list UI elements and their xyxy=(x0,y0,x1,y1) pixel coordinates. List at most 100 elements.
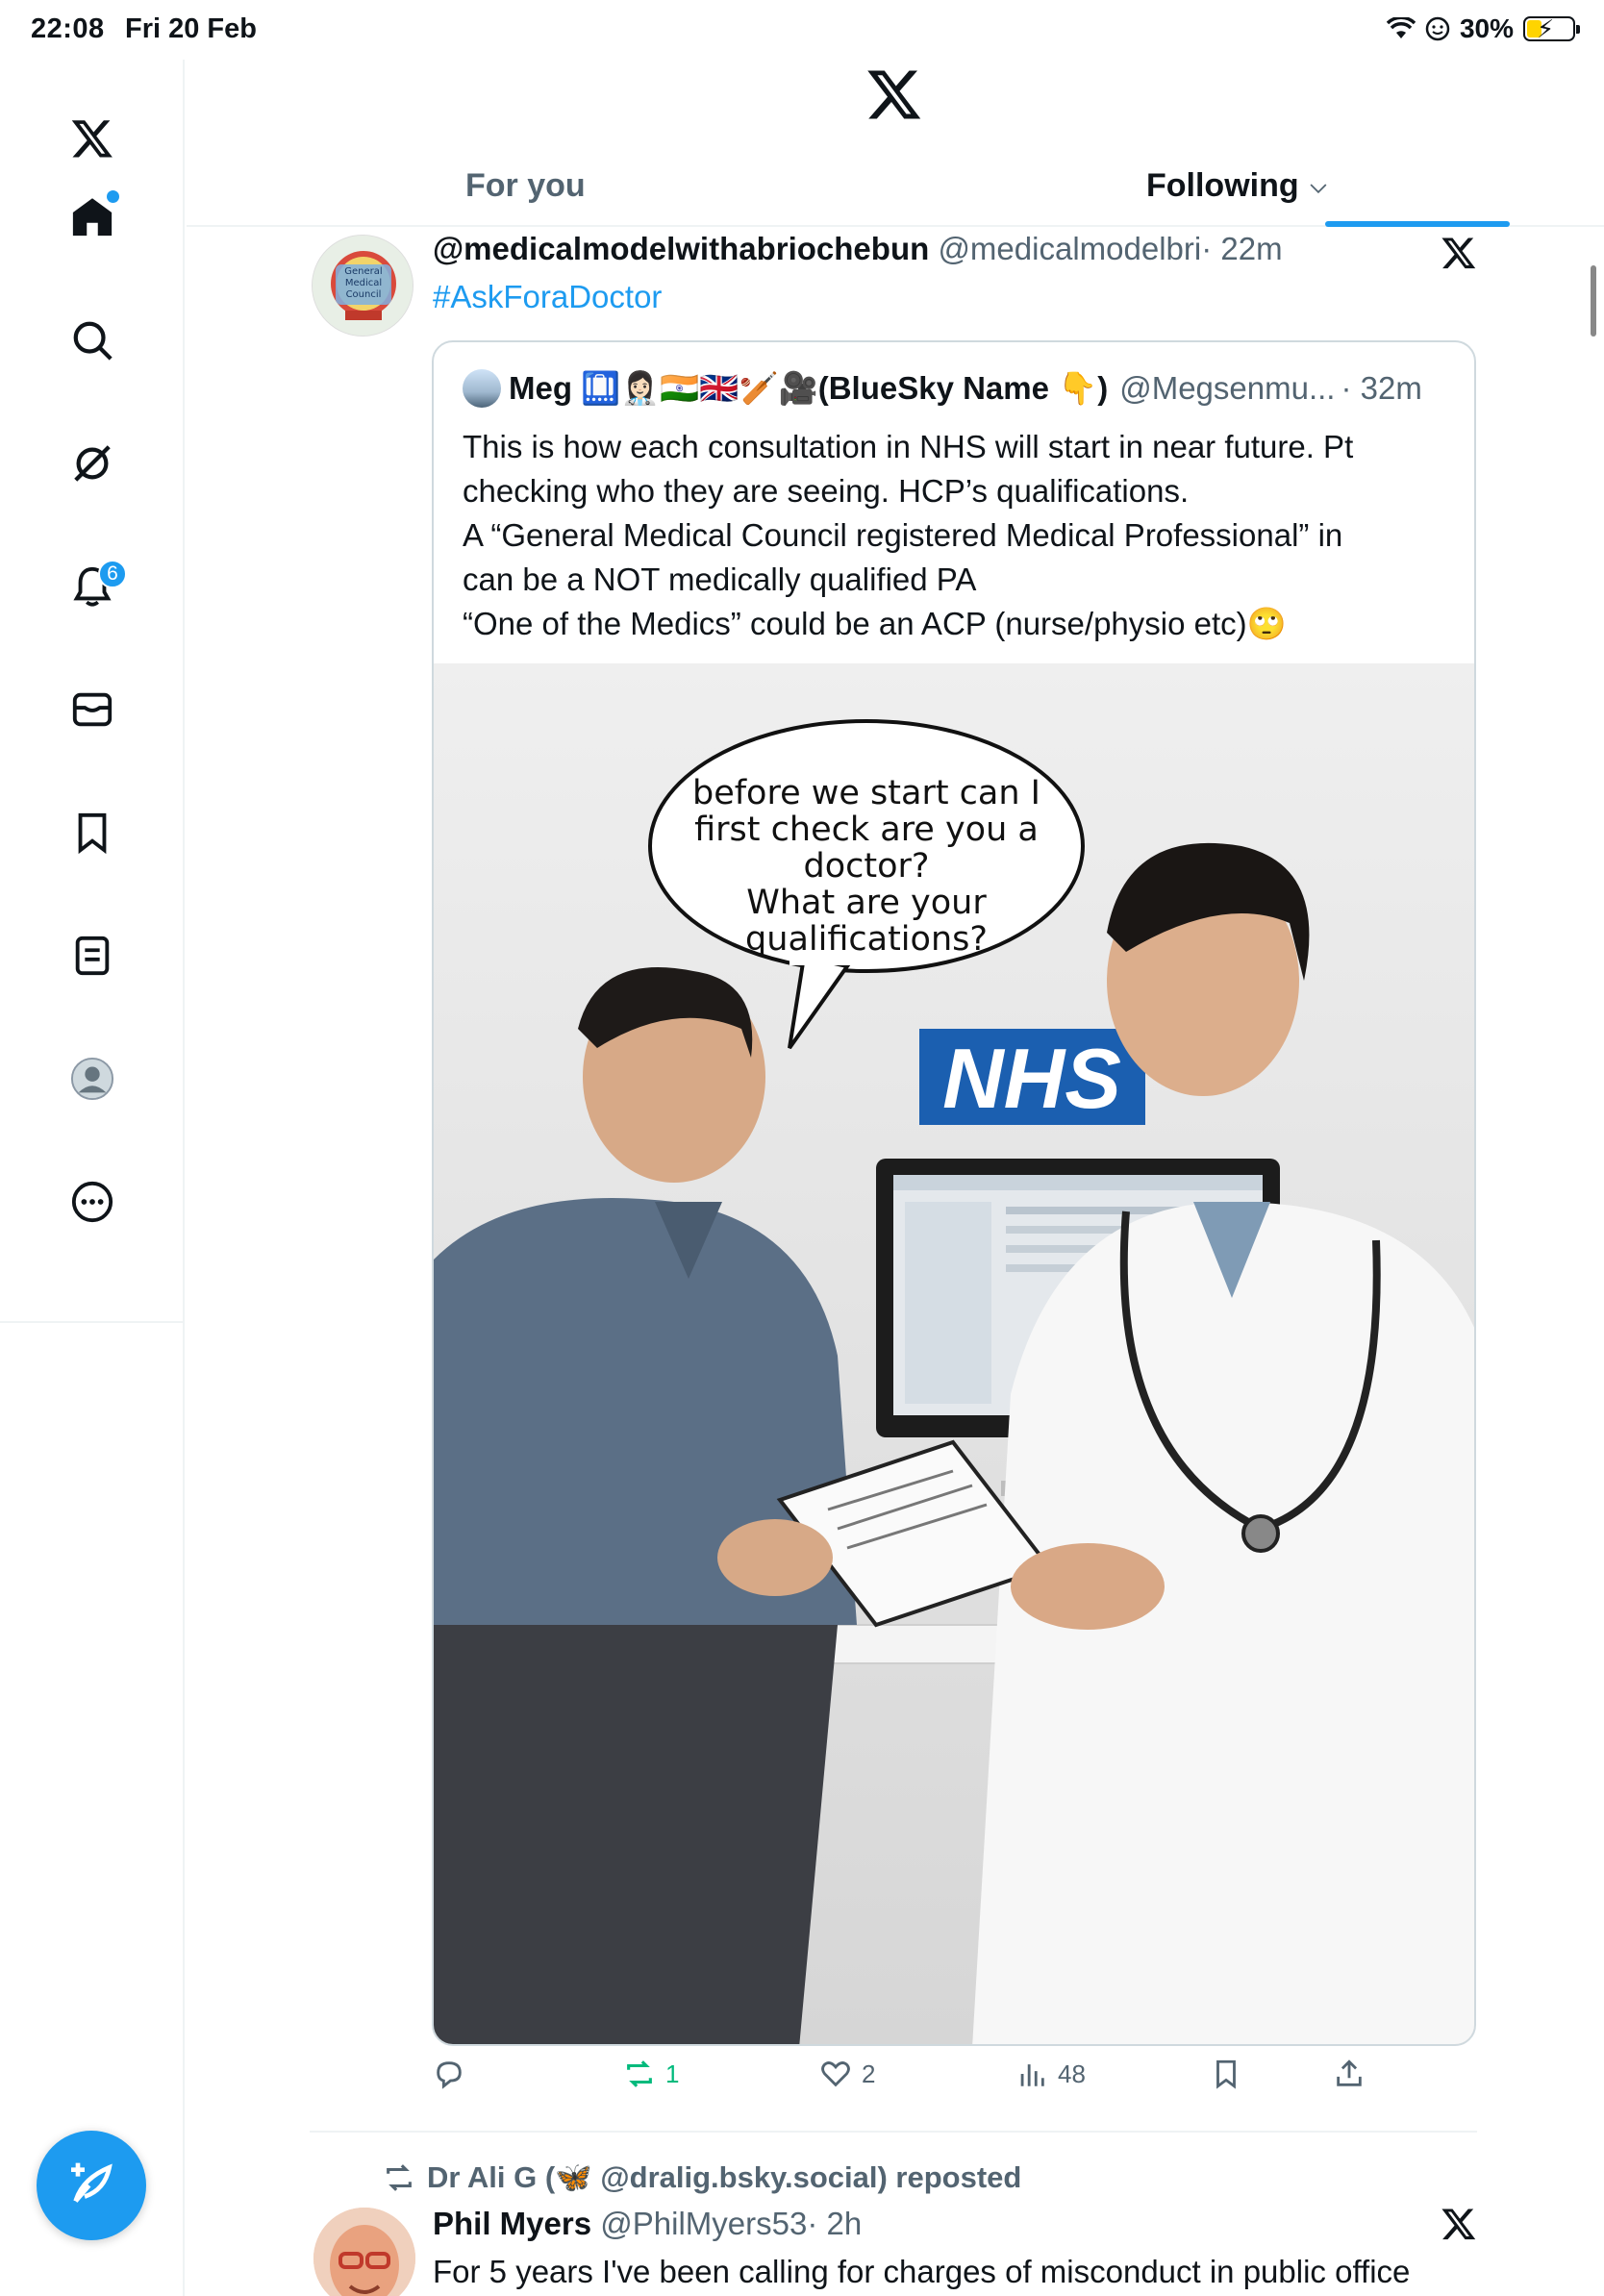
sidebar-item-messages[interactable] xyxy=(60,677,125,742)
quote-line: This is how each consultation in NHS wil… xyxy=(463,429,1354,464)
nhs-logo-text: NHS xyxy=(942,1031,1121,1126)
avatar[interactable]: General Medical Council xyxy=(312,235,414,337)
views-button[interactable]: 48 xyxy=(1015,2058,1086,2090)
reply-button[interactable] xyxy=(433,2058,475,2090)
views-count: 48 xyxy=(1058,2059,1086,2088)
avatar-photo xyxy=(313,2208,415,2296)
sidebar-item-home[interactable] xyxy=(60,185,125,250)
sidebar-item-grok[interactable] xyxy=(60,431,125,496)
quote-tweet[interactable]: Meg 🛄👩🏻‍⚕️🇮🇳🇬🇧🏏🎥(BlueSky Name 👇) @Megsen… xyxy=(432,340,1476,2046)
battery-charging-icon: ⚡ xyxy=(1523,14,1580,43)
home-icon xyxy=(72,198,113,237)
tweet-header: Phil Myers @PhilMyers53· 2h xyxy=(433,2206,862,2242)
sidebar-nav: 6 xyxy=(0,60,185,2296)
notifications-badge: 6 xyxy=(98,560,127,588)
sidebar-item-x-logo[interactable] xyxy=(60,106,125,171)
repost-icon xyxy=(387,2163,412,2191)
author-name[interactable]: Phil Myers xyxy=(433,2206,591,2241)
search-icon xyxy=(73,321,113,361)
quote-author-name: Meg 🛄👩🏻‍⚕️🇮🇳🇬🇧🏏🎥(BlueSky Name 👇) xyxy=(509,369,1109,406)
author-handle[interactable]: @PhilMyers53 xyxy=(600,2206,807,2241)
tweet-time[interactable]: · 2h xyxy=(807,2206,862,2241)
bubble-line: before we start can I xyxy=(692,774,1040,812)
tweet-text: For 5 years I've been calling for charge… xyxy=(433,2254,1411,2289)
hashtag-link[interactable]: #AskForaDoctor xyxy=(433,279,662,315)
sidebar-item-bookmarks[interactable] xyxy=(60,800,125,865)
repost-count: 1 xyxy=(665,2059,680,2088)
tab-following-label: Following xyxy=(1146,166,1299,204)
quote-line: can be a NOT medically qualified PA xyxy=(463,562,977,597)
grok-icon xyxy=(74,445,111,482)
bookmark-button[interactable] xyxy=(1210,2058,1242,2090)
reply-icon xyxy=(437,2061,462,2089)
repost-icon xyxy=(627,2060,652,2087)
battery-percent: 30% xyxy=(1459,13,1514,43)
more-icon xyxy=(71,1181,113,1223)
tab-for-you-label: For you xyxy=(465,166,586,204)
views-icon xyxy=(1020,2064,1044,2086)
status-date: Fri 20 Feb xyxy=(125,13,257,44)
avatar-text-2: Medical xyxy=(345,278,382,288)
chevron-down-icon: ⌵ xyxy=(1310,173,1327,197)
share-button[interactable] xyxy=(1333,2058,1366,2090)
tab-for-you[interactable]: For you xyxy=(465,144,586,227)
compose-button[interactable] xyxy=(37,2131,146,2240)
author-name[interactable]: @medicalmodelwithabriochebun xyxy=(433,231,929,266)
sidebar-item-lists[interactable] xyxy=(60,923,125,988)
tweet-actions: 1 2 48 xyxy=(433,2058,1394,2111)
reposted-by[interactable]: Dr Ali G (🦋 @dralig.bsky.social) reposte… xyxy=(383,2159,1021,2195)
author-handle[interactable]: @medicalmodelbri xyxy=(938,231,1201,266)
like-count: 2 xyxy=(862,2059,876,2088)
bookmark-icon xyxy=(1216,2059,1236,2089)
x-logo-icon[interactable] xyxy=(1441,2206,1477,2242)
tab-following[interactable]: Following ⌵ xyxy=(1146,144,1326,227)
heart-icon xyxy=(821,2061,850,2087)
avatar-text-1: General xyxy=(344,266,382,277)
status-time: 22:08 xyxy=(31,13,105,44)
sidebar-item-notifications[interactable]: 6 xyxy=(60,554,127,619)
quote-header: Meg 🛄👩🏻‍⚕️🇮🇳🇬🇧🏏🎥(BlueSky Name 👇) @Megsen… xyxy=(463,369,1422,408)
bubble-line: What are your xyxy=(746,884,987,922)
quote-line: A “General Medical Council registered Me… xyxy=(463,517,1343,553)
scrollbar[interactable] xyxy=(1591,265,1596,337)
tweet-header: @medicalmodelwithabriochebun @medicalmod… xyxy=(433,231,1283,267)
status-bar: 22:08 Fri 20 Feb 30% ⚡ xyxy=(0,0,1604,60)
x-logo-icon xyxy=(71,120,113,158)
sidebar-item-more[interactable] xyxy=(60,1169,125,1235)
quote-text: This is how each consultation in NHS wil… xyxy=(463,425,1453,646)
bubble-line: qualifications? xyxy=(745,920,988,959)
x-logo-icon[interactable] xyxy=(1441,235,1477,271)
bubble-line: doctor? xyxy=(804,847,930,886)
avatar-text-3: Council xyxy=(346,289,382,300)
repost-button[interactable]: 1 xyxy=(623,2058,679,2090)
bookmarks-icon xyxy=(78,812,107,855)
tweet-divider xyxy=(310,2131,1477,2133)
active-tab-indicator xyxy=(1325,221,1510,227)
home-notification-dot xyxy=(107,190,119,203)
messages-icon xyxy=(72,692,113,727)
quote-line: “One of the Medics” could be an ACP (nur… xyxy=(463,606,1287,641)
quote-author-handle: @Megsenmu... xyxy=(1119,370,1336,406)
focus-icon xyxy=(1425,16,1450,41)
quote-media-image[interactable]: before we start can I first check are yo… xyxy=(434,663,1474,2044)
compose-feather-icon xyxy=(71,2162,113,2203)
sidebar-item-search[interactable] xyxy=(60,308,125,373)
x-logo-icon[interactable] xyxy=(865,65,923,123)
lists-icon xyxy=(75,936,110,976)
doctor-patient-illustration: before we start can I first check are yo… xyxy=(434,663,1474,2044)
sidebar-divider xyxy=(0,1321,185,1323)
tweet-time[interactable]: · 22m xyxy=(1201,231,1282,266)
timeline-tabs: For you Following ⌵ xyxy=(187,144,1604,227)
reposted-by-text: Dr Ali G (🦋 @dralig.bsky.social) reposte… xyxy=(427,2160,1022,2194)
like-button[interactable]: 2 xyxy=(819,2058,875,2090)
status-right: 30% ⚡ xyxy=(1386,13,1580,44)
gmc-logo-avatar: General Medical Council xyxy=(313,236,413,336)
avatar[interactable] xyxy=(313,2208,415,2296)
quote-line: checking who they are seeing. HCP’s qual… xyxy=(463,473,1190,509)
sidebar-item-profile[interactable] xyxy=(60,1046,125,1111)
bubble-line: first check are you a xyxy=(694,811,1039,849)
wifi-icon xyxy=(1386,17,1416,38)
profile-icon xyxy=(70,1057,114,1101)
share-icon xyxy=(1337,2059,1362,2086)
quote-time: · 32m xyxy=(1341,370,1422,406)
